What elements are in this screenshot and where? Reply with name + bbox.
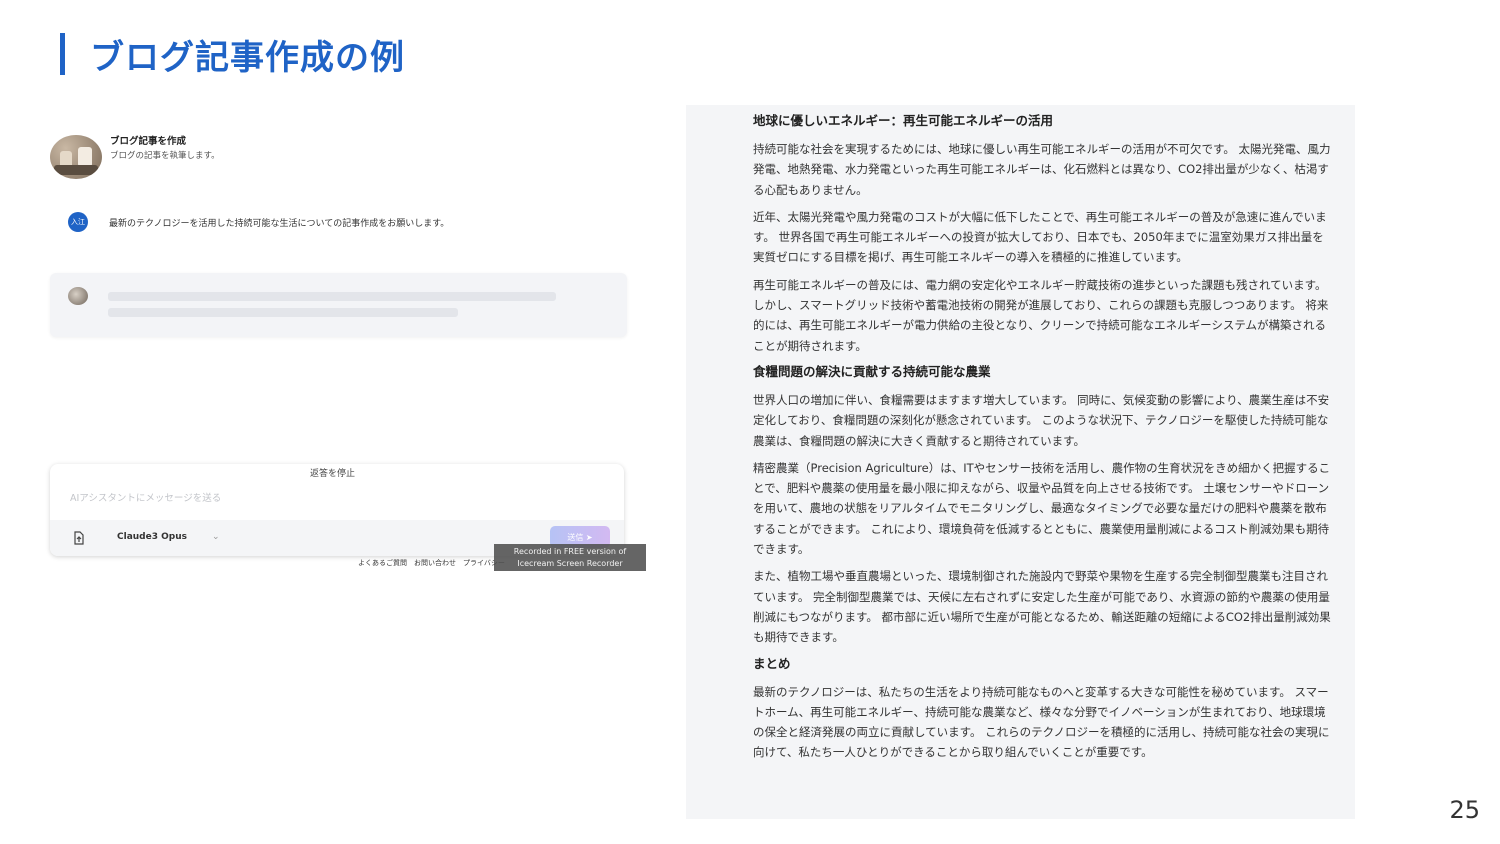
stop-response-button[interactable]: 返答を停止 [310, 466, 355, 479]
ai-response-loading [50, 273, 627, 337]
article-paragraph: 持続可能な社会を実現するためには、地球に優しい再生可能エネルギーの活用が不可欠で… [753, 142, 1331, 197]
watermark-line: Icecream Screen Recorder [517, 559, 623, 568]
article-heading: 食糧問題の解決に貢献する持続可能な農業 [753, 363, 991, 379]
article-paragraph: 世界人口の増加に伴い、食糧需要はますます増大しています。 同時に、気候変動の影響… [753, 392, 1330, 448]
user-message: 入江 最新のテクノロジーを活用した持続可能な生活についての記事作成をお願いします… [68, 212, 449, 232]
article-paragraph: 近年、太陽光発電や風力発電のコストが大幅に低下したことで、再生可能エネルギーの普… [753, 209, 1327, 265]
article-body: 地球に優しいエネルギー：再生可能エネルギーの活用持続可能な社会を実現するためには… [753, 112, 1335, 770]
user-avatar: 入江 [68, 212, 88, 232]
app-meta: ブログ記事を作成 ブログの記事を執筆します。 [110, 135, 220, 163]
title-accent-bar [60, 33, 65, 75]
app-avatar [50, 135, 102, 179]
attach-file-icon[interactable] [72, 531, 86, 545]
assistant-avatar-icon [68, 287, 88, 305]
footer-links[interactable]: よくあるご質問 お問い合わせ プライバシー [358, 558, 505, 568]
app-header: ブログ記事を作成 ブログの記事を執筆します。 [50, 135, 220, 179]
app-description: ブログの記事を執筆します。 [110, 151, 220, 161]
article-screenshot: 地球に優しいエネルギー：再生可能エネルギーの活用持続可能な社会を実現するためには… [686, 105, 1355, 819]
article-heading: 地球に優しいエネルギー：再生可能エネルギーの活用 [753, 113, 1054, 128]
watermark-line: Recorded in FREE version of [513, 547, 627, 556]
user-message-text: 最新のテクノロジーを活用した持続可能な生活についての記事作成をお願いします。 [109, 218, 450, 229]
article-paragraph: 最新のテクノロジーは、私たちの生活をより持続可能なものへと変革する大きな可能性を… [753, 684, 1330, 760]
article-paragraph: また、植物工場や垂直農場といった、環境制御された施設内で野菜や果物を生産する完全… [753, 569, 1331, 645]
chat-screenshot: ブログ記事を作成 ブログの記事を執筆します。 入江 最新のテクノロジーを活用した… [50, 130, 650, 580]
article-paragraph: 再生可能エネルギーの普及には、電力網の安定化やエネルギー貯蔵技術の進歩といった課… [753, 277, 1329, 353]
chevron-down-icon[interactable]: ⌄ [212, 532, 220, 542]
loading-skeleton-line [108, 308, 458, 317]
article-heading: まとめ [753, 655, 791, 671]
recorder-watermark: Recorded in FREE version of Icecream Scr… [494, 544, 646, 571]
article-paragraph: 精密農業（Precision Agriculture）は、ITやセンサー技術を活… [753, 460, 1331, 557]
app-name: ブログ記事を作成 [110, 136, 187, 147]
slide-title: ブログ記事作成の例 [90, 38, 405, 78]
page-number: 25 [1449, 796, 1480, 824]
message-input[interactable]: AIアシスタントにメッセージを送る [70, 490, 221, 504]
model-selector[interactable]: Claude3 Opus [117, 532, 187, 542]
loading-skeleton-line [108, 292, 556, 301]
